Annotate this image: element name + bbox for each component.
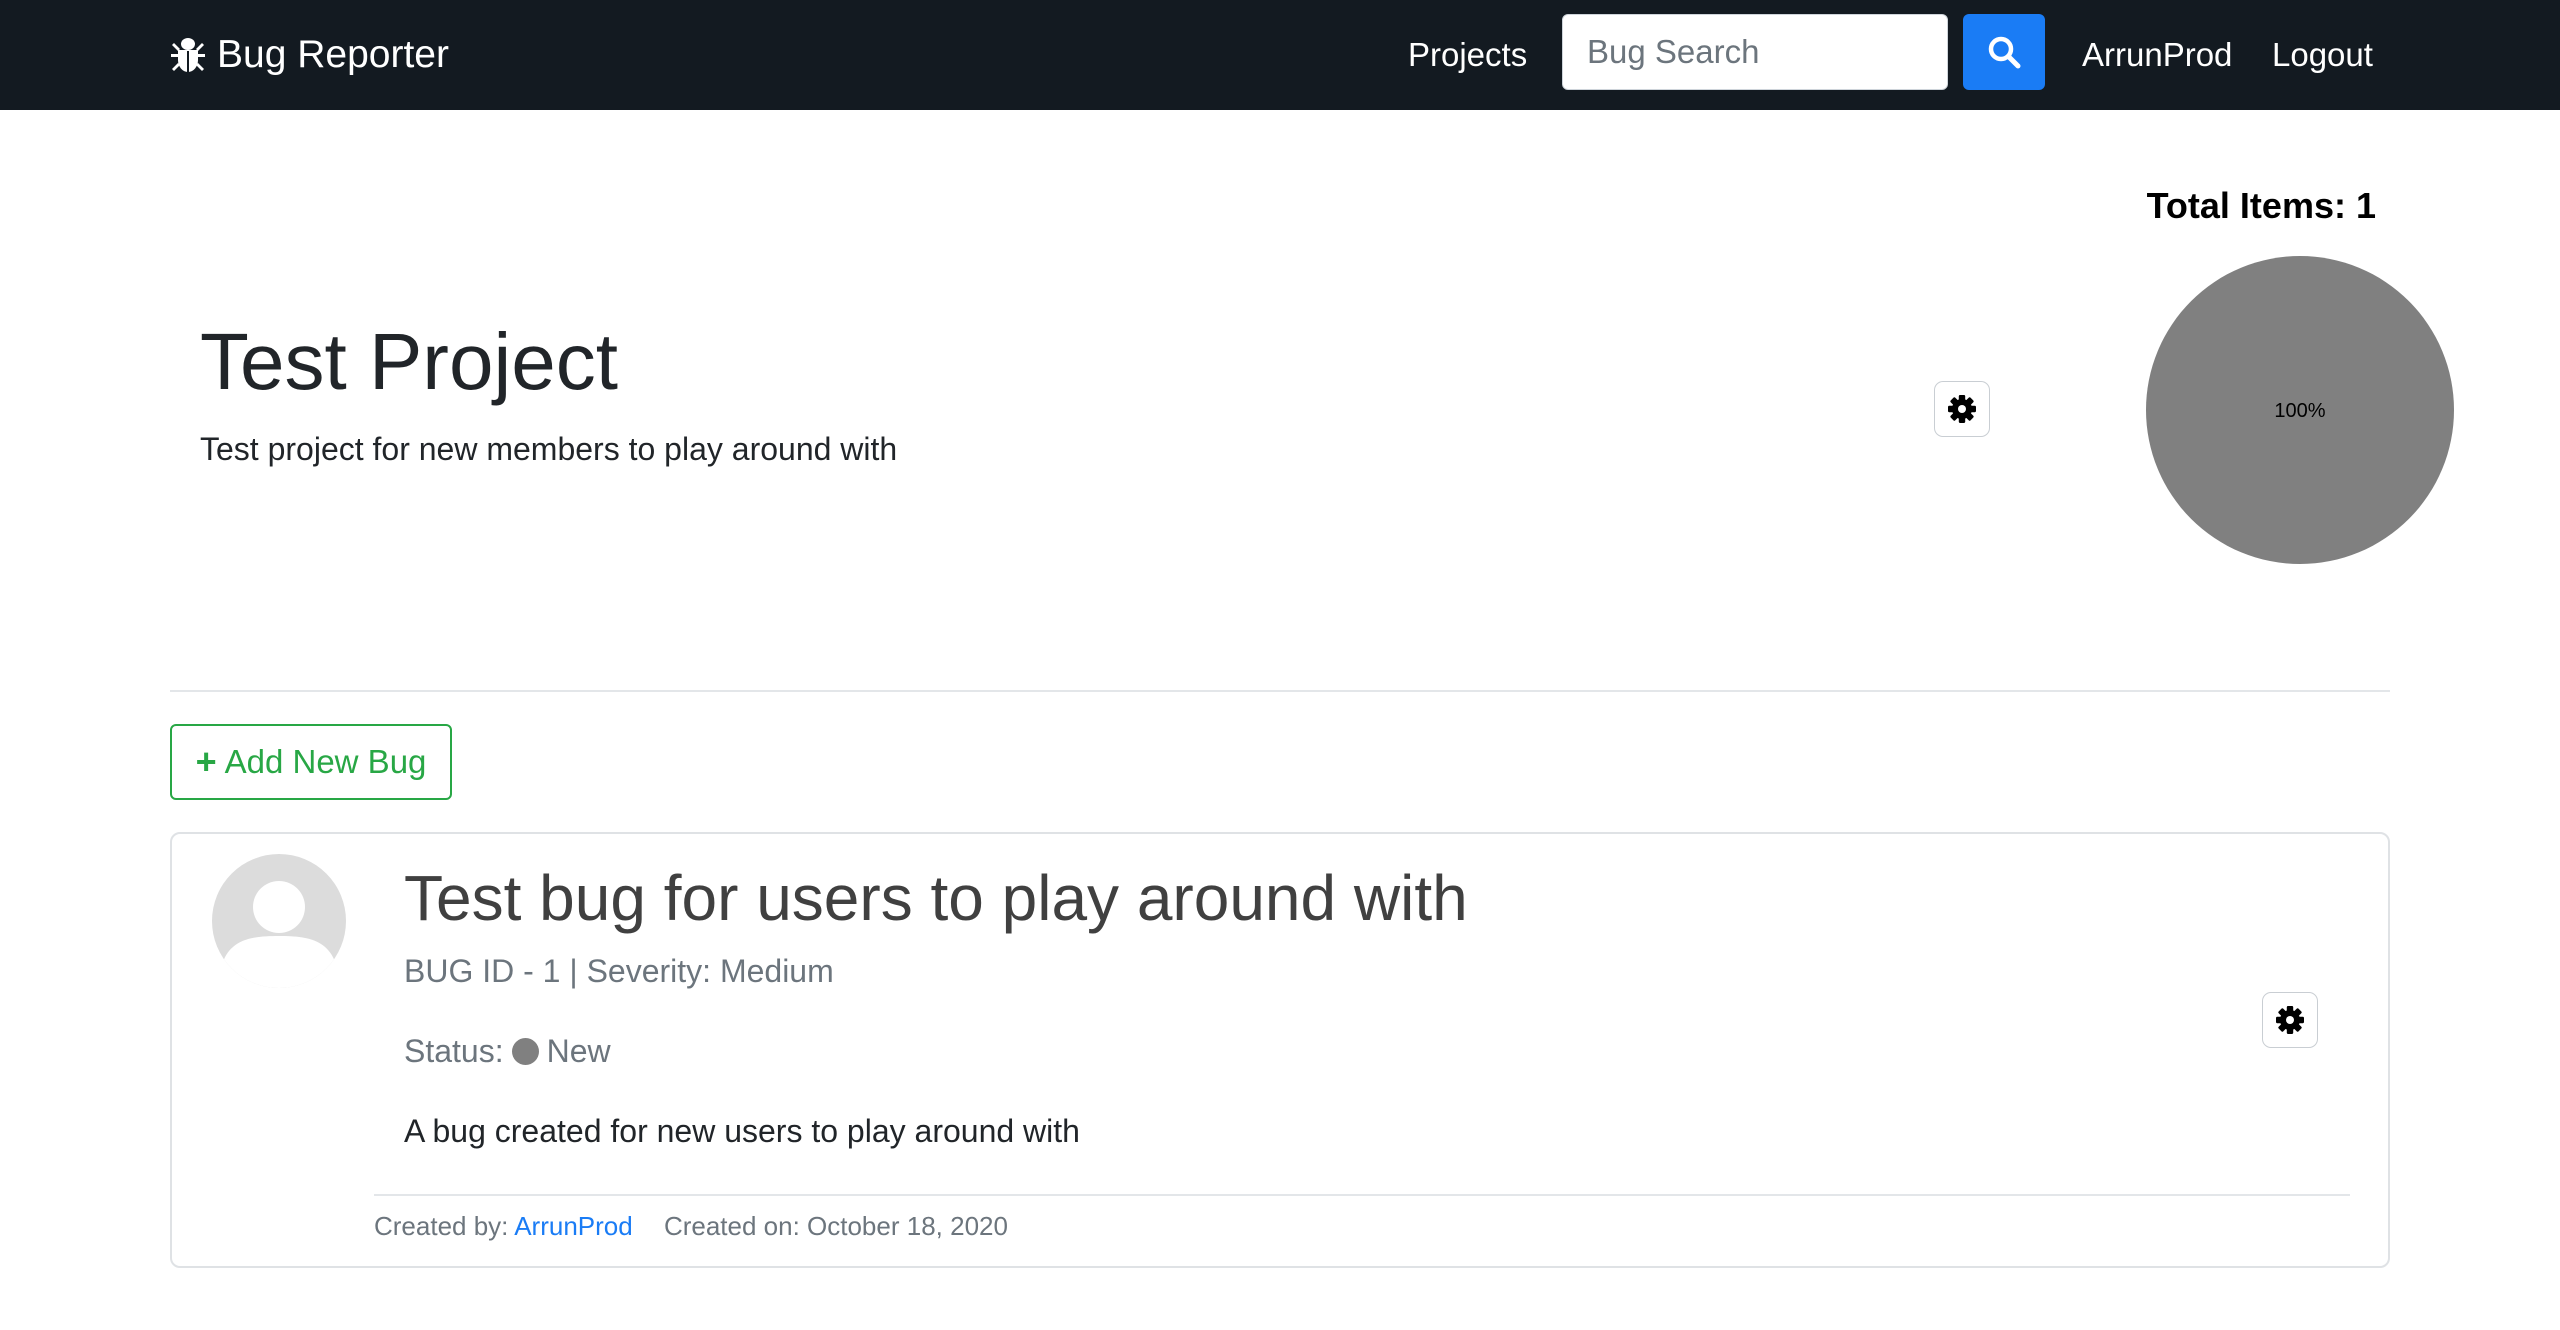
bug-footer: Created by: ArrunProd Created on: Octobe… [374, 1208, 1008, 1244]
created-by-label: Created by: [374, 1211, 509, 1241]
navbar: Bug Reporter Projects ArrunProd Logout [0, 0, 2560, 110]
add-new-bug-button[interactable]: + Add New Bug [170, 724, 452, 800]
user-avatar-icon [212, 854, 346, 988]
bug-icon [171, 38, 205, 72]
status-dot-icon [511, 1037, 539, 1065]
nav-user-link[interactable]: ArrunProd [2082, 28, 2232, 82]
project-settings-button[interactable] [1934, 381, 1990, 437]
brand-link[interactable]: Bug Reporter [170, 28, 449, 82]
pie-slice-label: 100% [2274, 400, 2325, 422]
bug-settings-button[interactable] [2262, 992, 2318, 1048]
created-on: Created on: October 18, 2020 [663, 1211, 1008, 1241]
project-title: Test Project [200, 317, 618, 406]
bug-meta: BUG ID - 1 | Severity: Medium [404, 953, 834, 989]
nav-logout-link[interactable]: Logout [2272, 28, 2373, 82]
bug-search-input[interactable] [1562, 14, 1948, 90]
gear-icon [1948, 395, 1976, 423]
total-items-label: Total Items: 1 [2146, 185, 2376, 226]
brand-name: Bug Reporter [217, 33, 449, 76]
project-description: Test project for new members to play aro… [200, 431, 898, 467]
created-by-link[interactable]: ArrunProd [514, 1211, 633, 1241]
gear-icon [2276, 1006, 2304, 1034]
bug-title[interactable]: Test bug for users to play around with [404, 852, 1468, 944]
status-label: Status: [404, 1033, 504, 1069]
status-pie-chart: 100% [2146, 256, 2454, 564]
status-value: New [546, 1033, 611, 1069]
nav-projects-link[interactable]: Projects [1408, 28, 1527, 82]
plus-icon: + [195, 741, 217, 782]
bug-status: Status: New [404, 1030, 611, 1072]
bug-description: A bug created for new users to play arou… [404, 1113, 1080, 1149]
search-button[interactable] [1963, 14, 2045, 90]
add-new-bug-label: Add New Bug [224, 743, 427, 780]
search-icon [1988, 36, 2021, 69]
bug-card: Test bug for users to play around with B… [170, 832, 2390, 1268]
section-divider [170, 690, 2390, 692]
card-divider [374, 1194, 2350, 1196]
